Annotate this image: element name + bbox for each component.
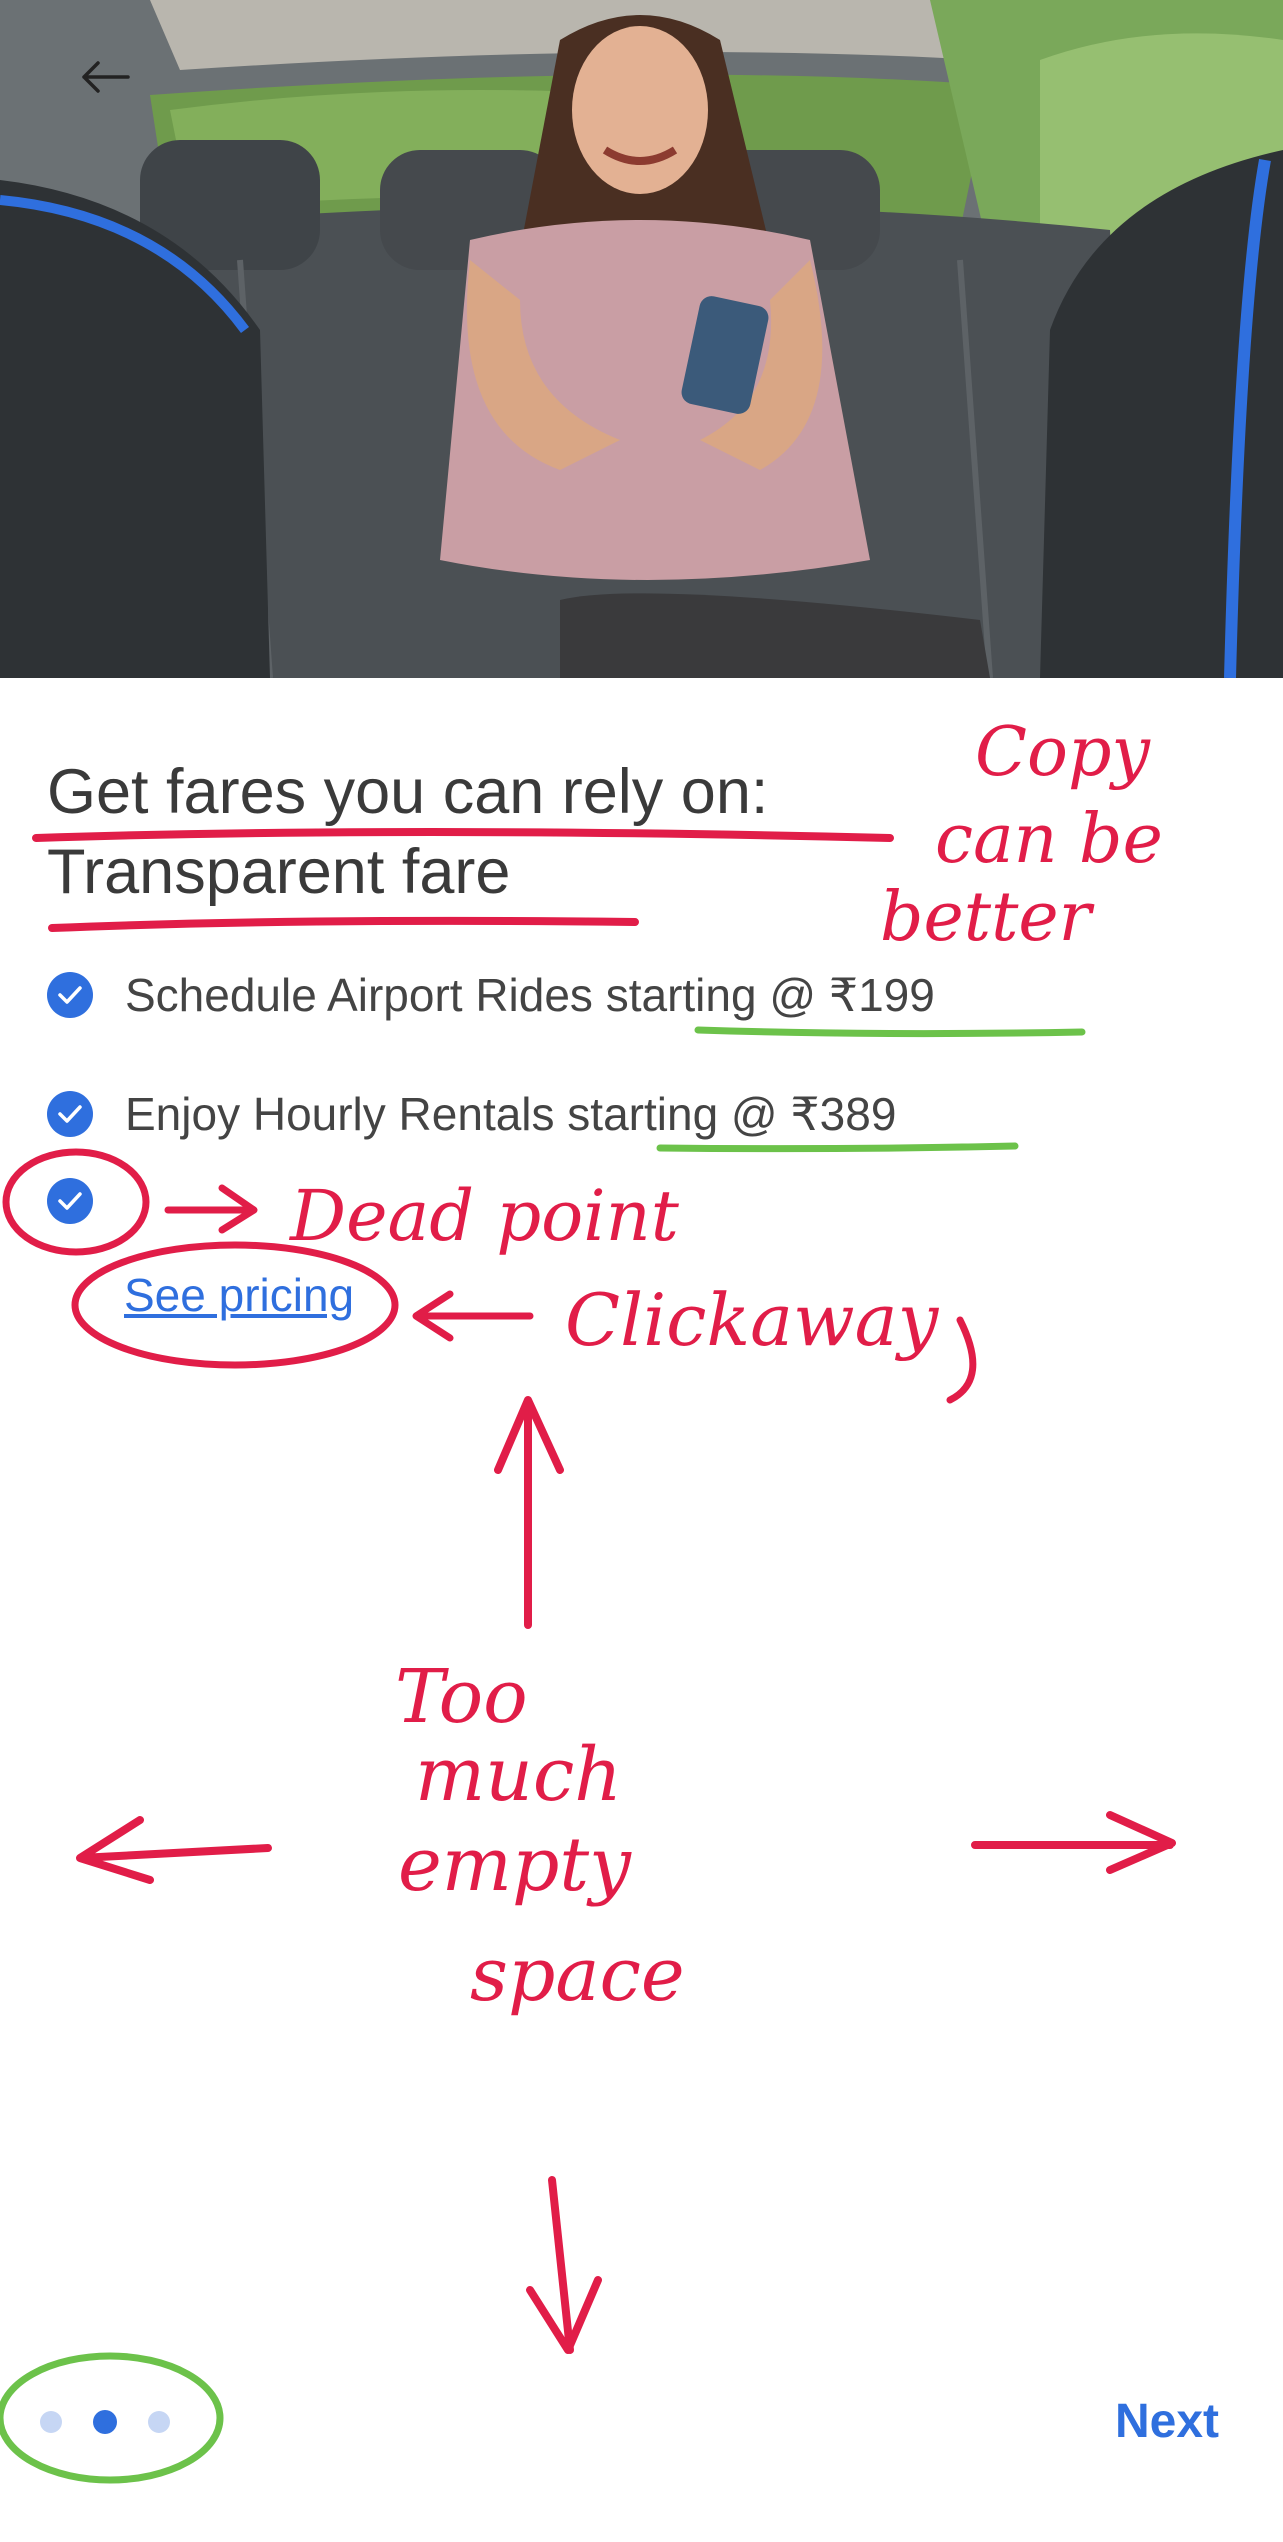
check-circle-icon bbox=[47, 972, 93, 1018]
page-indicator bbox=[40, 2400, 170, 2444]
check-circle-icon bbox=[47, 1091, 93, 1137]
annotation-copy-line-1: Copy bbox=[975, 713, 1151, 792]
taxi-passenger-illustration bbox=[0, 0, 1283, 678]
feature-item-empty bbox=[47, 1178, 125, 1224]
annotation-empty-line-2: much bbox=[415, 1732, 622, 1818]
annotation-copy-line-2: can be bbox=[935, 800, 1163, 879]
see-pricing-link[interactable]: See pricing bbox=[124, 1268, 354, 1322]
back-button[interactable] bbox=[80, 60, 150, 116]
annotation-dead-point: Dead point bbox=[288, 1175, 680, 1257]
feature-text-rentals: Enjoy Hourly Rentals starting @ ₹389 bbox=[125, 1088, 897, 1140]
hero-photo bbox=[0, 0, 1283, 678]
pager-dot bbox=[148, 2411, 170, 2433]
feature-item-airport: Schedule Airport Rides starting @ ₹199 bbox=[47, 968, 935, 1022]
feature-item-rentals: Enjoy Hourly Rentals starting @ ₹389 bbox=[47, 1087, 896, 1141]
pager-dot-active bbox=[93, 2410, 117, 2434]
annotation-empty-line-4: space bbox=[470, 1932, 685, 2018]
page-title: Get fares you can rely on: Transparent f… bbox=[47, 752, 947, 912]
next-button[interactable]: Next bbox=[1115, 2394, 1219, 2449]
feature-text-airport: Schedule Airport Rides starting @ ₹199 bbox=[125, 969, 935, 1021]
arrow-left-icon bbox=[82, 61, 130, 93]
title-line-2: Transparent fare bbox=[47, 837, 511, 907]
pager-dot bbox=[40, 2411, 62, 2433]
annotation-clickaway: Clickaway bbox=[565, 1278, 940, 1362]
check-circle-icon bbox=[47, 1178, 93, 1224]
title-line-1: Get fares you can rely on: bbox=[47, 757, 769, 827]
annotation-empty-line-3: empty bbox=[398, 1822, 632, 1908]
annotation-empty-line-1: Too bbox=[395, 1654, 528, 1740]
